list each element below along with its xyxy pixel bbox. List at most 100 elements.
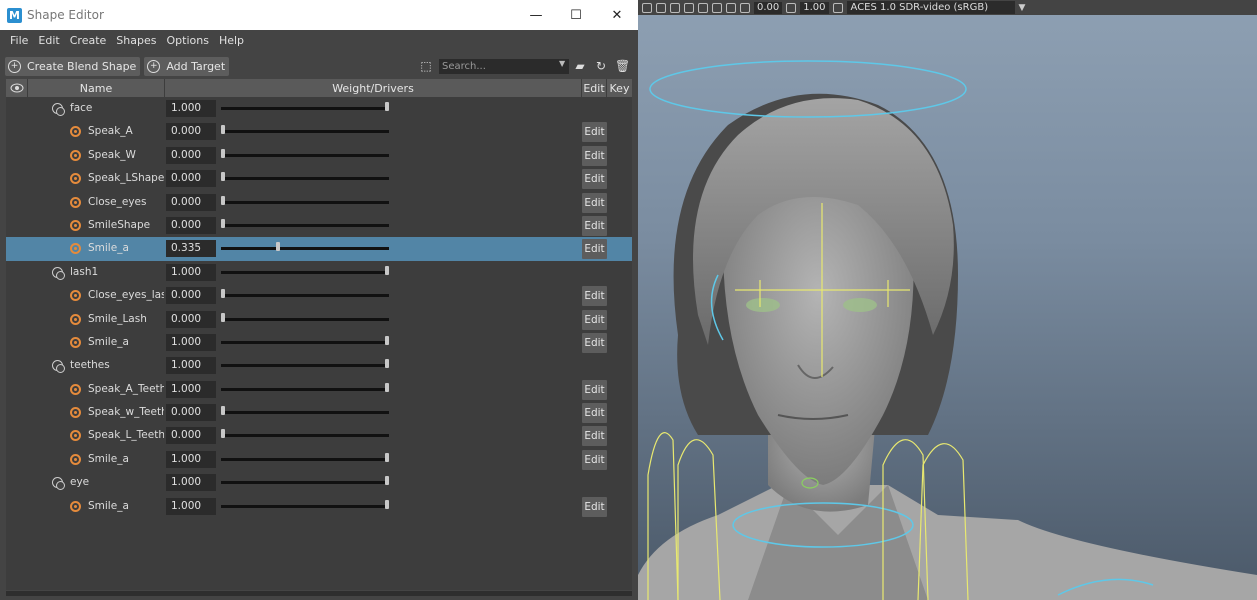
weight-slider[interactable] <box>221 223 389 227</box>
menu-help[interactable]: Help <box>214 34 249 47</box>
weight-field[interactable]: 0.000 <box>166 427 216 445</box>
weight-slider[interactable] <box>221 411 389 415</box>
weight-field[interactable]: 0.000 <box>166 310 216 328</box>
edit-button[interactable]: Edit <box>582 403 607 424</box>
weight-slider[interactable] <box>221 247 389 251</box>
menu-file[interactable]: File <box>5 34 33 47</box>
weight-field[interactable]: 1.000 <box>166 474 216 492</box>
slider-handle[interactable] <box>385 102 389 111</box>
weight-field[interactable]: 1.000 <box>166 333 216 351</box>
weight-slider[interactable] <box>221 200 389 204</box>
weight-slider[interactable] <box>221 364 389 368</box>
3d-viewport[interactable]: 0.00 1.00 ACES 1.0 SDR-video (sRGB) ▼ <box>638 0 1257 600</box>
maximize-button[interactable]: ☐ <box>556 0 596 30</box>
weight-field[interactable]: 0.000 <box>166 146 216 164</box>
slider-handle[interactable] <box>221 172 225 182</box>
slider-handle[interactable] <box>385 359 389 369</box>
slider-handle[interactable] <box>385 382 389 392</box>
weight-field[interactable]: 1.000 <box>166 263 216 281</box>
edit-button[interactable]: Edit <box>582 169 607 190</box>
slider-handle[interactable] <box>221 218 225 228</box>
slider-handle[interactable] <box>221 406 225 416</box>
weight-field[interactable]: 1.000 <box>166 497 216 515</box>
shaded-icon[interactable] <box>684 2 694 13</box>
menu-edit[interactable]: Edit <box>33 34 64 47</box>
edit-button[interactable]: Edit <box>582 309 607 330</box>
slider-handle[interactable] <box>221 312 225 322</box>
create-blend-shape-button[interactable]: + Create Blend Shape <box>5 56 141 76</box>
table-row[interactable]: Smile_a 1.000 Edit <box>6 495 632 518</box>
visibility-column-header[interactable] <box>6 79 28 97</box>
slider-handle[interactable] <box>385 476 389 486</box>
table-row[interactable]: face 1.000 <box>6 97 632 120</box>
weight-field[interactable]: 1.000 <box>166 100 216 117</box>
edit-column-header[interactable]: Edit <box>582 79 607 97</box>
edit-button[interactable]: Edit <box>582 379 607 400</box>
gamma-field[interactable]: 1.00 <box>800 1 829 14</box>
weight-slider[interactable] <box>221 153 389 157</box>
slider-handle[interactable] <box>221 289 225 299</box>
horizontal-scrollbar[interactable] <box>6 591 632 596</box>
weight-field[interactable]: 0.000 <box>166 216 216 234</box>
weight-slider[interactable] <box>221 270 389 274</box>
slider-handle[interactable] <box>385 335 389 345</box>
grid-icon[interactable] <box>656 2 666 13</box>
edit-button[interactable]: Edit <box>582 192 607 213</box>
gamma-icon[interactable] <box>786 2 797 13</box>
weight-field[interactable]: 0.000 <box>166 404 216 422</box>
table-row[interactable]: Speak_A_Teeth 1.000 Edit <box>6 378 632 401</box>
color-space-select[interactable]: ACES 1.0 SDR-video (sRGB) <box>846 1 1015 14</box>
weight-slider[interactable] <box>221 481 389 485</box>
table-row[interactable]: Smile_a 1.000 Edit <box>6 331 632 354</box>
edit-button[interactable]: Edit <box>582 449 607 470</box>
search-input[interactable]: Search... <box>439 59 569 74</box>
menu-create[interactable]: Create <box>65 34 112 47</box>
chevron-down-icon[interactable]: ▼ <box>559 59 565 68</box>
weight-field[interactable]: 0.000 <box>166 123 216 141</box>
weight-field[interactable]: 0.335 <box>166 240 216 258</box>
slider-handle[interactable] <box>221 148 225 158</box>
weight-slider[interactable] <box>221 504 389 508</box>
table-row[interactable]: eye 1.000 <box>6 471 632 494</box>
table-row[interactable]: Smile_a 1.000 Edit <box>6 448 632 471</box>
menu-options[interactable]: Options <box>161 34 213 47</box>
color-management-icon[interactable] <box>832 2 843 13</box>
light-icon[interactable] <box>712 2 722 13</box>
table-row[interactable]: Speak_LShape 0.000 Edit <box>6 167 632 190</box>
weight-column-header[interactable]: Weight/Drivers <box>165 79 582 97</box>
close-button[interactable]: ✕ <box>597 0 637 30</box>
filter-icon[interactable]: ⬚ <box>419 59 433 73</box>
title-bar[interactable]: M Shape Editor — ☐ ✕ <box>0 0 638 30</box>
edit-button[interactable]: Edit <box>582 122 607 143</box>
delete-icon[interactable]: 🗑 <box>615 59 630 73</box>
edit-button[interactable]: Edit <box>582 239 607 260</box>
weight-slider[interactable] <box>221 457 389 461</box>
wireframe-icon[interactable] <box>670 2 680 13</box>
exposure-field[interactable]: 0.00 <box>754 1 783 14</box>
edit-button[interactable]: Edit <box>582 215 607 236</box>
weight-field[interactable]: 1.000 <box>166 450 216 468</box>
table-row[interactable]: Speak_W 0.000 Edit <box>6 144 632 167</box>
weight-slider[interactable] <box>221 130 389 134</box>
minimize-button[interactable]: — <box>516 0 556 30</box>
slider-handle[interactable] <box>385 499 389 509</box>
add-target-button[interactable]: + Add Target <box>144 56 230 76</box>
slider-handle[interactable] <box>221 125 225 135</box>
slider-handle[interactable] <box>385 452 389 462</box>
chevron-down-icon[interactable]: ▼ <box>1019 3 1026 13</box>
weight-field[interactable]: 0.000 <box>166 193 216 211</box>
table-row[interactable]: teethes 1.000 <box>6 354 632 377</box>
edit-button[interactable]: Edit <box>582 332 607 353</box>
slider-handle[interactable] <box>221 195 225 205</box>
table-row[interactable]: Speak_A 0.000 Edit <box>6 120 632 143</box>
weight-slider[interactable] <box>221 177 389 181</box>
table-row[interactable]: Speak_w_TeethS0.000 Edit <box>6 401 632 424</box>
edit-button[interactable]: Edit <box>582 145 607 166</box>
table-row[interactable]: Close_eyes_lash0.000 Edit <box>6 284 632 307</box>
edit-button[interactable]: Edit <box>582 496 607 517</box>
weight-slider[interactable] <box>221 317 389 321</box>
weight-field[interactable]: 1.000 <box>166 357 216 375</box>
menu-shapes[interactable]: Shapes <box>111 34 161 47</box>
table-row[interactable]: Smile_a 0.335 Edit <box>6 237 632 261</box>
weight-slider[interactable] <box>221 294 389 298</box>
